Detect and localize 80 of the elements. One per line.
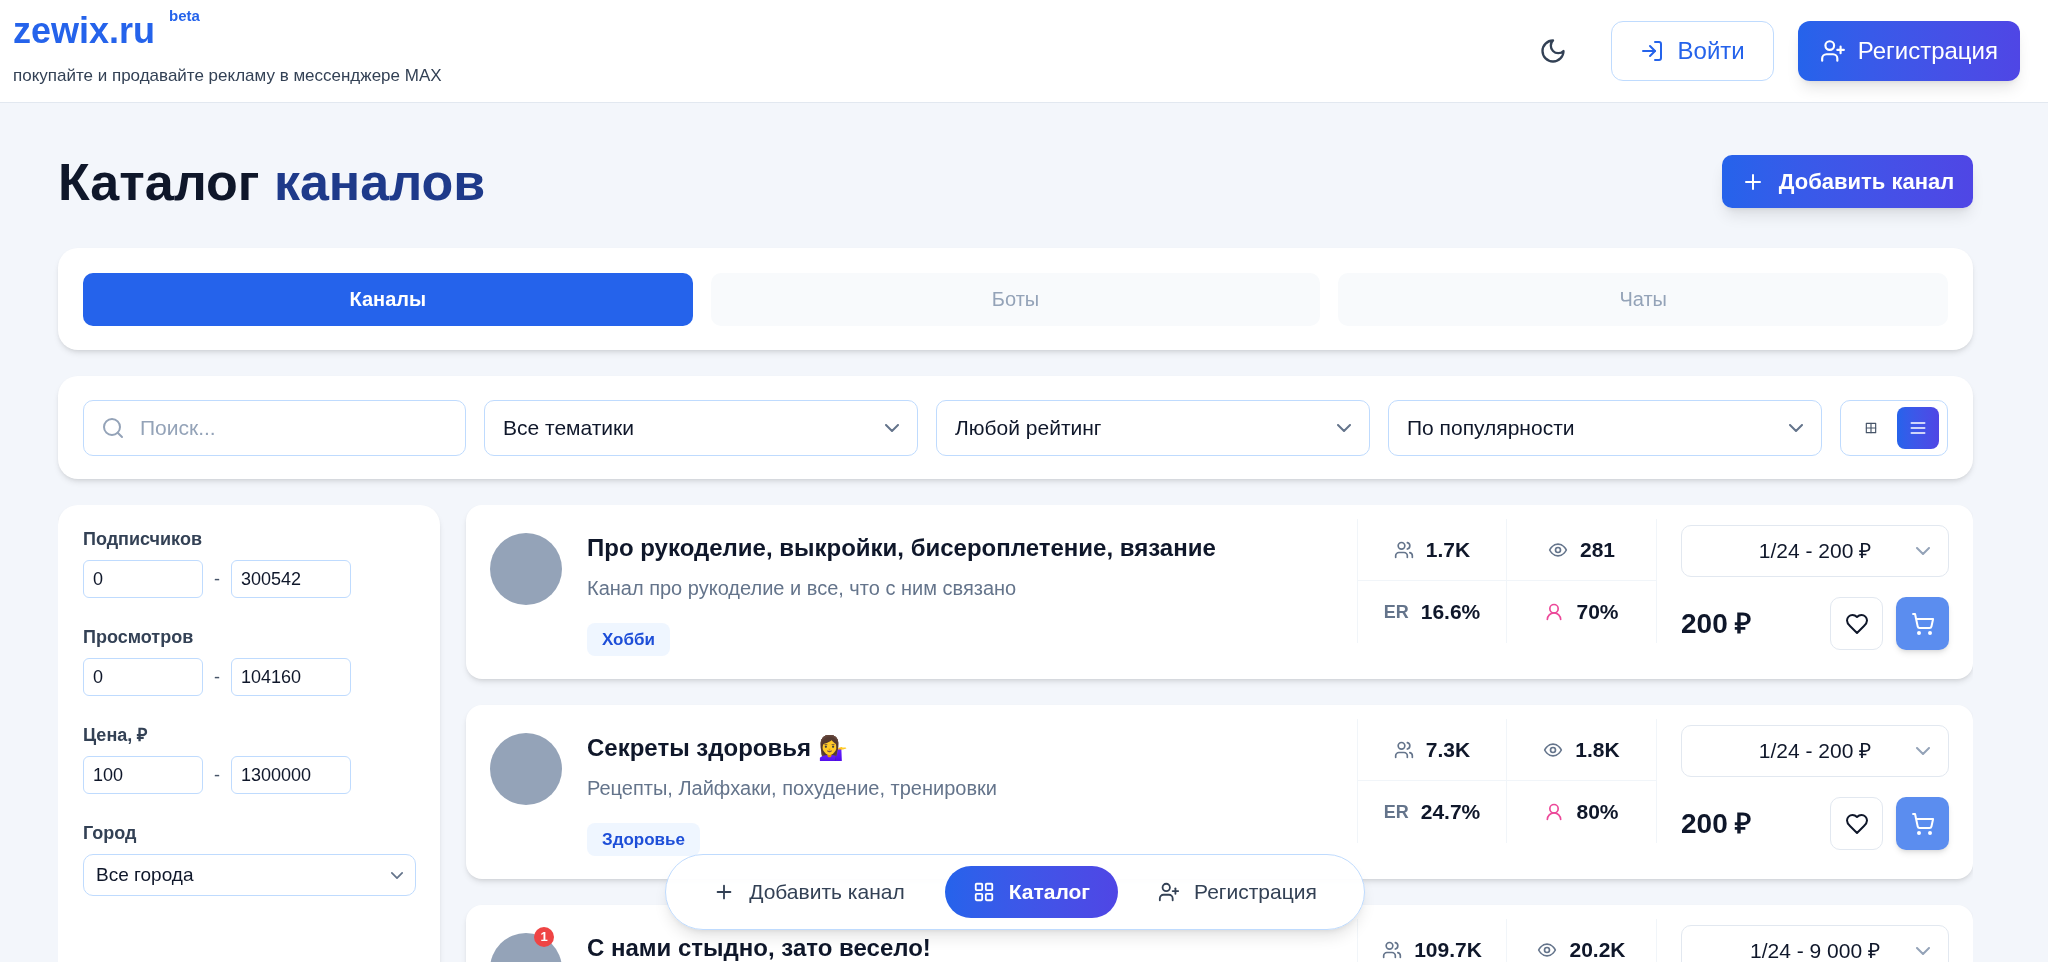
filter-dropdown[interactable]: По популярности xyxy=(1388,399,1822,456)
cart-icon xyxy=(1910,611,1935,636)
range-to-field[interactable]: 300542 xyxy=(231,560,351,598)
stat-value: 70% xyxy=(1576,599,1619,626)
search-icon xyxy=(101,415,125,440)
channel-title[interactable]: С нами стыдно, зато весело! xyxy=(587,933,931,962)
user-plus-icon xyxy=(1819,38,1846,64)
stat-value: 281 xyxy=(1579,536,1615,563)
chevron-down-icon xyxy=(1789,423,1803,432)
city-dropdown[interactable]: Все города xyxy=(83,854,416,896)
filter-label: Цена, ₽ xyxy=(83,726,149,744)
grid-icon xyxy=(972,881,995,903)
range-from-field[interactable]: 0 xyxy=(83,560,203,598)
beta-label: beta xyxy=(169,6,200,27)
user-plus-icon xyxy=(1158,881,1181,903)
filter-label: Подписчиков xyxy=(83,530,203,548)
users-icon xyxy=(1393,539,1414,560)
site-logo[interactable]: zewix.ru xyxy=(13,13,156,50)
filter-label: Город xyxy=(83,824,138,842)
notification-badge: 1 xyxy=(534,927,554,947)
chevron-down-icon xyxy=(1337,423,1351,432)
chevron-down-icon xyxy=(885,423,899,432)
range-separator: - xyxy=(213,567,221,591)
tagline: покупайте и продавайте рекламу в мессенджере MAX xyxy=(13,65,442,88)
range-from-field[interactable]: 100 xyxy=(83,756,203,794)
add-to-cart-button[interactable] xyxy=(1896,597,1949,650)
chevron-down-icon xyxy=(391,871,403,879)
filter-dropdown[interactable]: Любой рейтинг xyxy=(936,399,1370,456)
format-dropdown[interactable]: 1/24 - 200 ₽ xyxy=(1681,725,1949,777)
channel-description: Канал про рукоделие и все, что с ним связано xyxy=(587,576,1018,601)
er-label: ER xyxy=(1383,600,1409,624)
chevron-down-icon xyxy=(1916,547,1930,555)
range-from-field[interactable]: 0 xyxy=(83,658,203,696)
heart-icon xyxy=(1844,611,1869,636)
stat-value: 24.7% xyxy=(1420,799,1481,826)
register-button[interactable]: Регистрация xyxy=(1797,21,2020,81)
users-icon xyxy=(1393,739,1414,760)
list-view-button[interactable] xyxy=(1896,406,1939,449)
heart-icon xyxy=(1844,811,1869,836)
cart-icon xyxy=(1910,811,1935,836)
add-to-cart-button[interactable] xyxy=(1896,797,1949,850)
login-icon xyxy=(1639,39,1664,63)
price: 200 ₽ xyxy=(1681,806,1753,841)
er-label: ER xyxy=(1383,800,1409,824)
stat-value: 1.8K xyxy=(1575,736,1620,763)
format-dropdown[interactable]: 1/24 - 9 000 ₽ xyxy=(1681,925,1949,962)
login-button[interactable]: Войти xyxy=(1610,21,1774,81)
users-icon xyxy=(1382,939,1403,960)
add-channel-button[interactable]: Добавить канал xyxy=(1722,155,1973,208)
nav-item[interactable]: Добавить канал xyxy=(685,866,933,918)
category-tag: Хобби xyxy=(587,623,670,656)
price: 200 ₽ xyxy=(1681,606,1753,641)
range-to-field[interactable]: 1300000 xyxy=(231,756,351,794)
range-separator: - xyxy=(213,665,221,689)
channel-title[interactable]: Про рукоделие, выкройки, бисероплетение, вязание xyxy=(587,533,1216,563)
stat-value: 1.7K xyxy=(1425,536,1471,563)
stat-value: 109.7K xyxy=(1414,936,1482,962)
channel-description: Рецепты, Лайфхаки, похудение, тренировки xyxy=(587,776,998,801)
moon-icon xyxy=(1538,37,1567,65)
format-dropdown[interactable]: 1/24 - 200 ₽ xyxy=(1681,525,1949,577)
nav-item[interactable]: Каталог xyxy=(944,866,1119,918)
filter-label: Просмотров xyxy=(83,628,195,646)
tab[interactable]: Каналы xyxy=(83,272,693,326)
range-separator: - xyxy=(213,763,221,787)
chevron-down-icon xyxy=(1916,947,1930,955)
stat-value: 80% xyxy=(1576,799,1619,826)
category-tag: Здоровье xyxy=(587,823,700,856)
range-to-field[interactable]: 104160 xyxy=(231,658,351,696)
chevron-down-icon xyxy=(1916,747,1930,755)
stat-value: 20.2K xyxy=(1569,936,1626,962)
nav-item[interactable]: Регистрация xyxy=(1130,866,1345,918)
stat-value: 7.3K xyxy=(1425,736,1471,763)
favorite-button[interactable] xyxy=(1830,597,1883,650)
channel-title[interactable]: Секреты здоровья 💁‍♀ xyxy=(587,733,848,763)
grid-icon xyxy=(1863,420,1878,435)
stat-value: 16.6% xyxy=(1420,599,1481,626)
favorite-button[interactable] xyxy=(1830,797,1883,850)
filter-dropdown[interactable]: Все тематики xyxy=(484,399,918,456)
search-field[interactable]: Поиск... xyxy=(83,399,466,456)
page-title: Каталог каналов xyxy=(58,155,486,208)
